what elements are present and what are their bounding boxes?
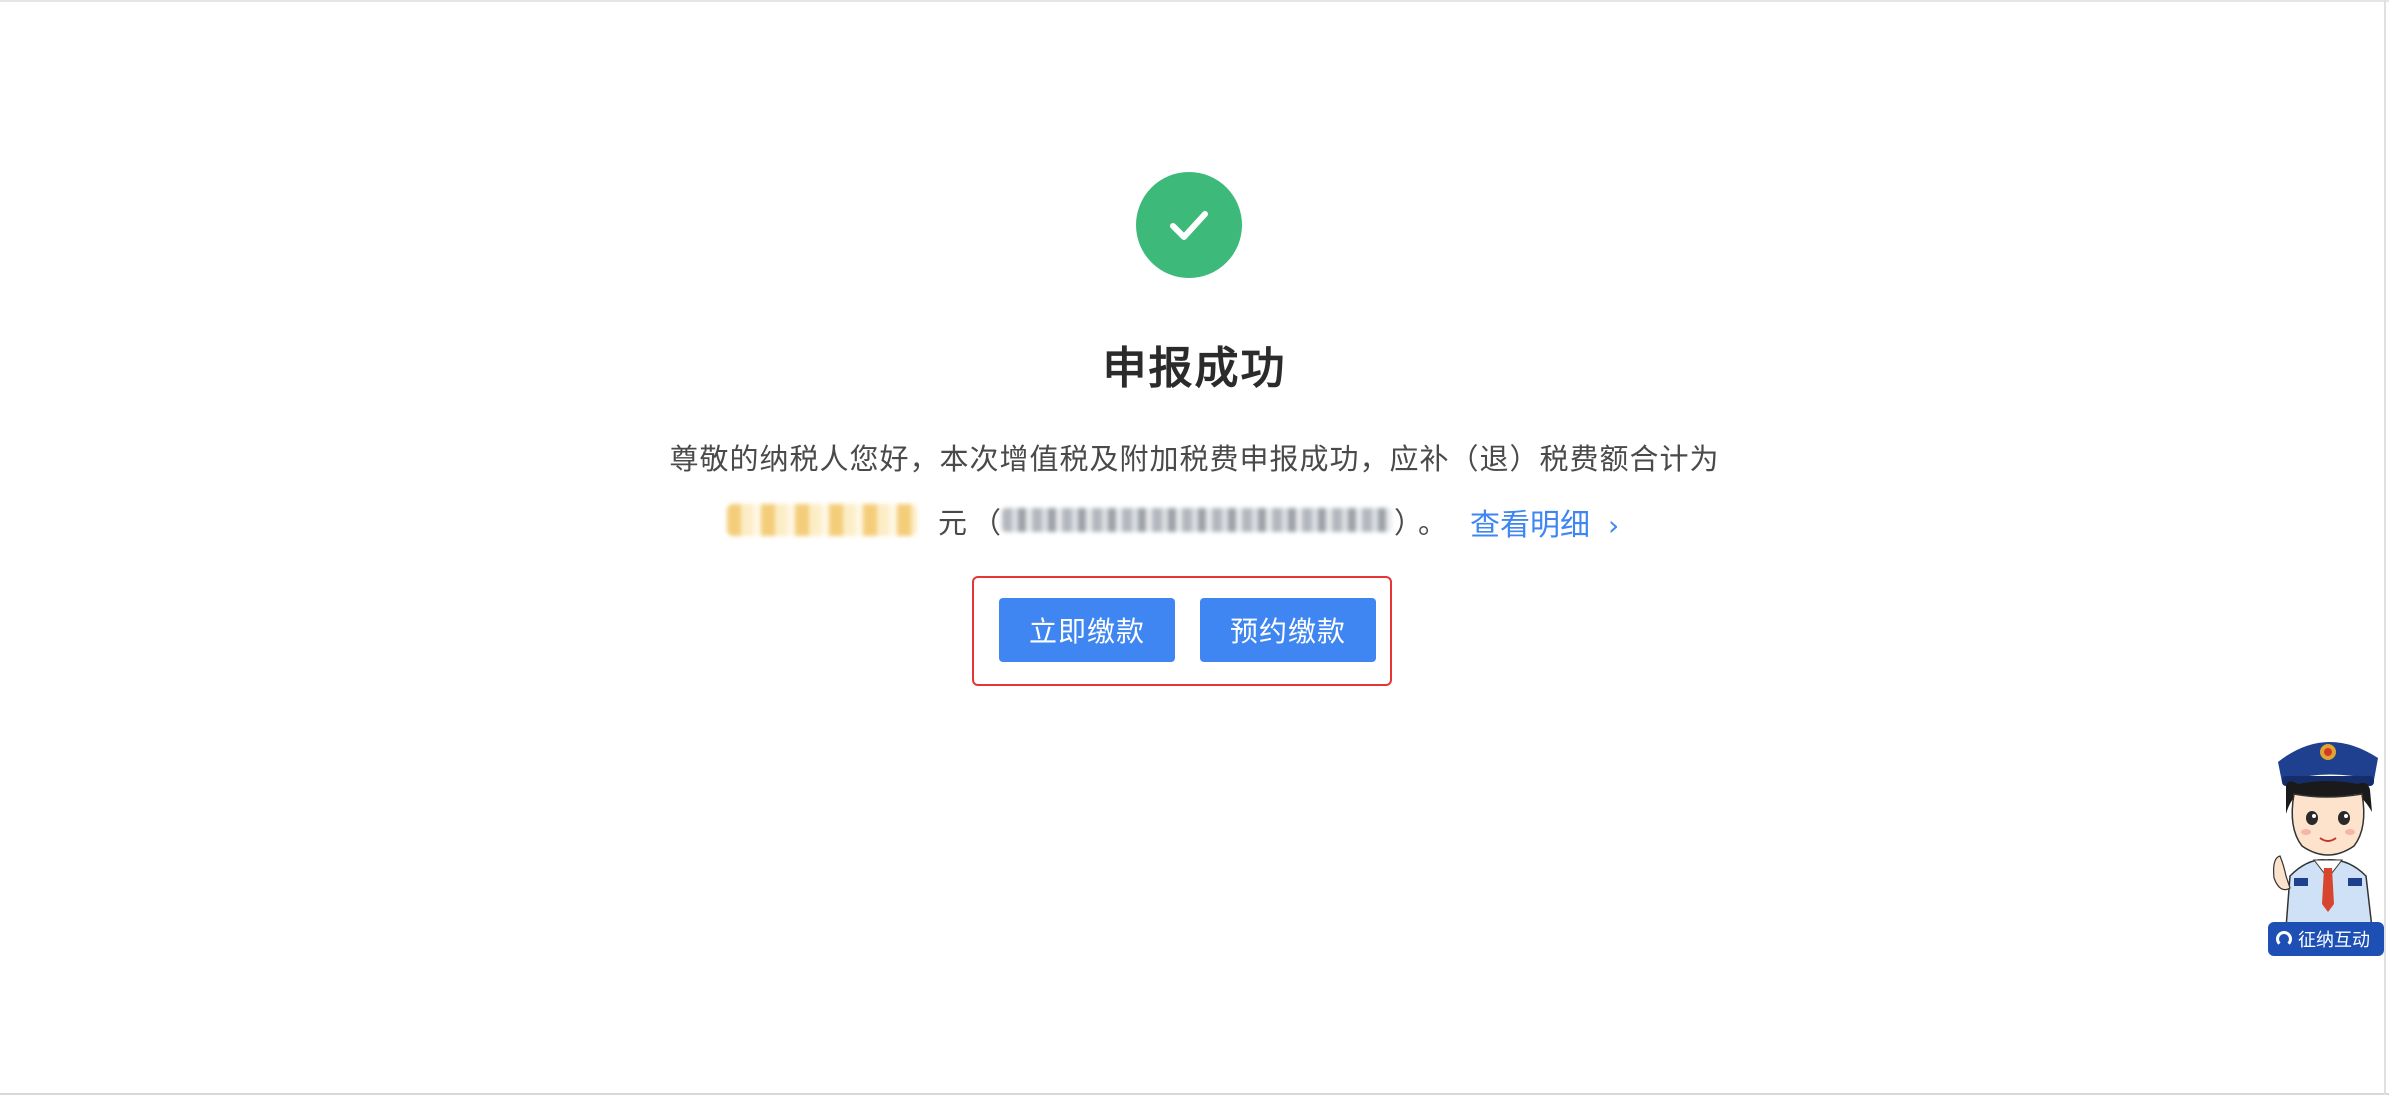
interaction-service-label: 征纳互动 [2298,930,2370,951]
interaction-service-badge[interactable]: 征纳互动 [2268,922,2384,956]
sentence-period: 。 [1418,506,1448,540]
view-details-link[interactable]: 查看明细 › [1470,500,1619,544]
chevron-right-icon: › [1608,509,1620,542]
paren-open: （ [972,506,1002,540]
redacted-amount-detail [1002,508,1392,532]
pay-now-button[interactable]: 立即缴款 [999,598,1175,662]
result-title: 申报成功 [1102,343,1287,394]
redacted-amount [727,504,917,536]
result-message: 尊敬的纳税人您好，本次增值税及附加税费申报成功，应补（退）税费额合计为 [669,442,1720,476]
currency-unit: 元 [938,506,968,540]
frame-top-border [0,0,2389,2]
view-details-label: 查看明细 [1470,508,1590,543]
schedule-payment-button[interactable]: 预约缴款 [1200,598,1376,662]
check-circle-icon [1136,172,1242,278]
amount-line: 元 （ ） 。 查看明细 › [700,498,1700,544]
declaration-result-page: 申报成功 尊敬的纳税人您好，本次增值税及附加税费申报成功，应补（退）税费额合计为… [0,0,2389,1106]
frame-bottom-border [0,1093,2389,1095]
headset-icon [2276,931,2292,947]
